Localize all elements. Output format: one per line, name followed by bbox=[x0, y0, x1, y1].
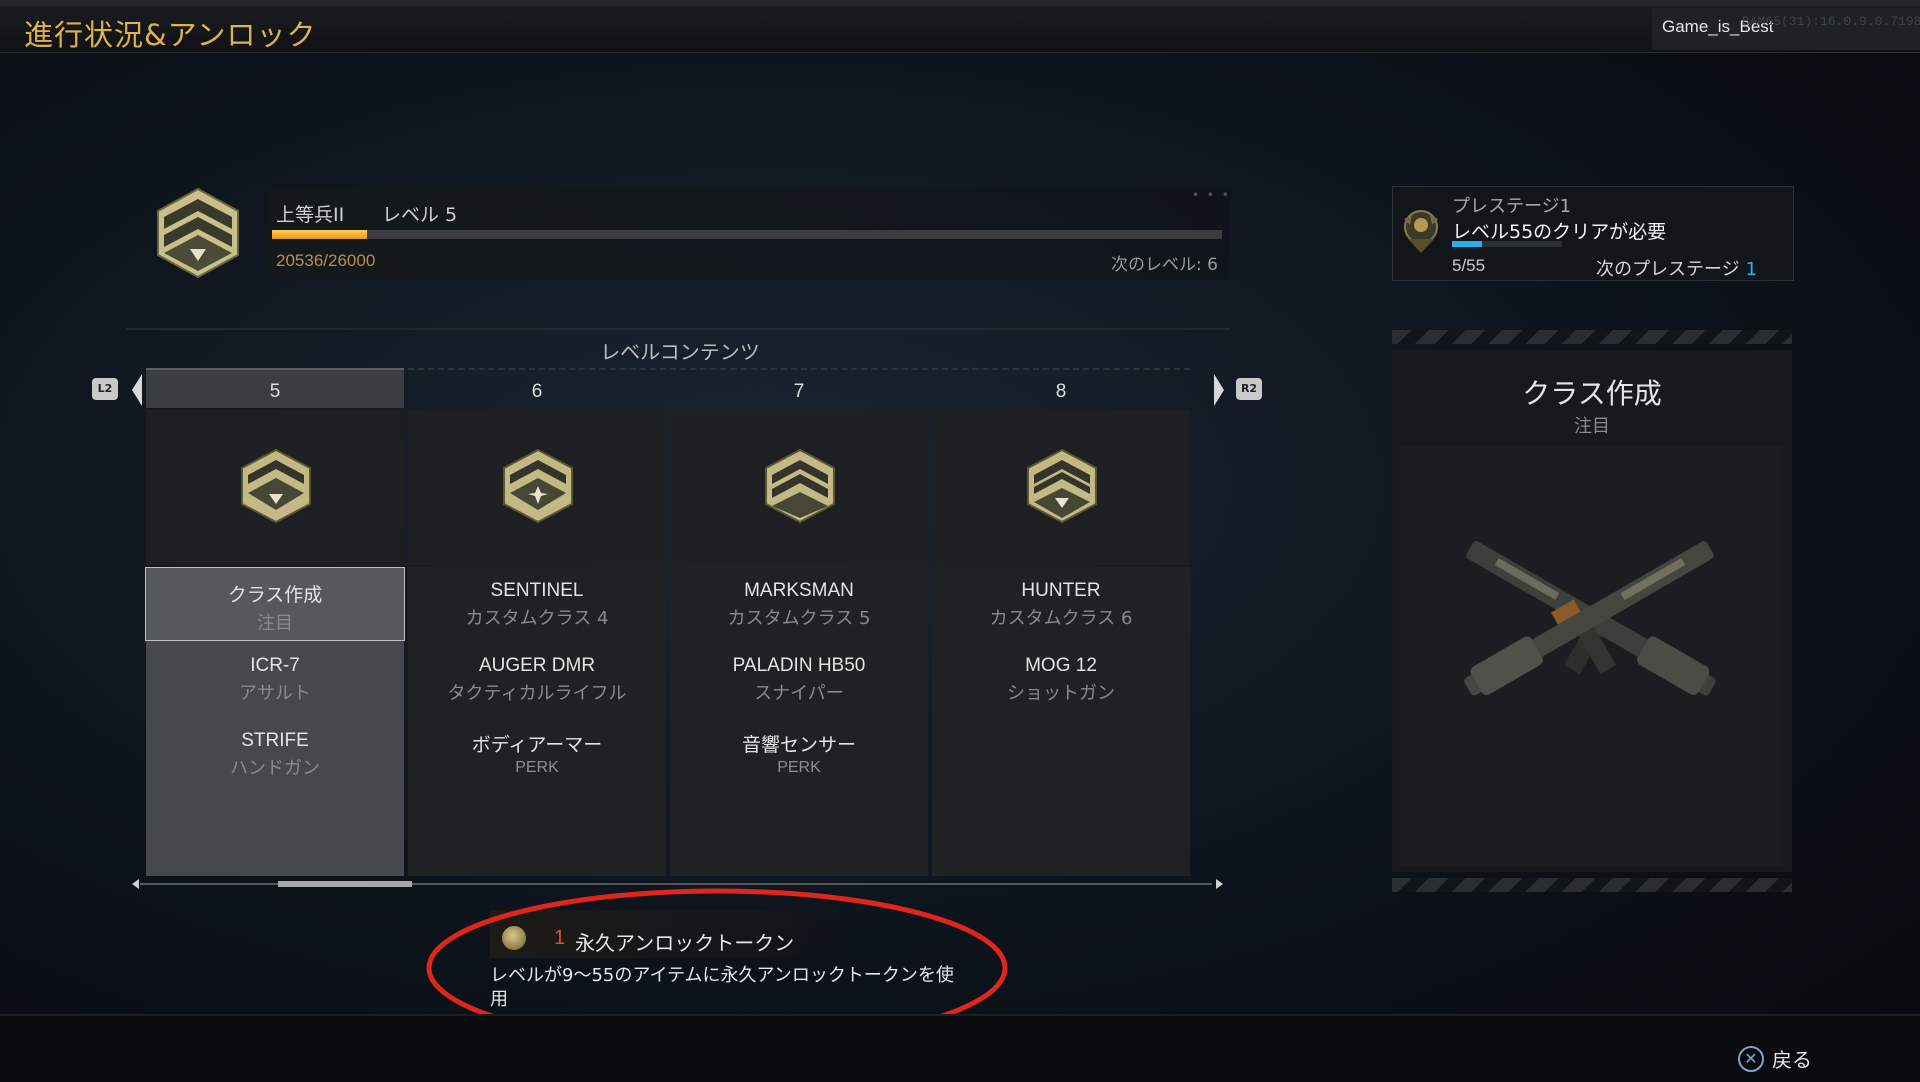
footer-bar bbox=[0, 1014, 1920, 1082]
rank-chevron-icon bbox=[765, 448, 835, 524]
level-item[interactable]: 音響センサー PERK bbox=[670, 730, 928, 777]
rank-dots: • • • bbox=[1192, 188, 1231, 202]
prestige-progress-bar bbox=[1452, 241, 1562, 247]
scroll-left-arrow-icon[interactable] bbox=[132, 374, 142, 406]
level-column-5[interactable]: 5 クラス作成 注目 ICR-7 アサルト STRIFE ハンドガン bbox=[145, 368, 405, 876]
scrollbar-left-arrow-icon[interactable] bbox=[132, 879, 139, 889]
rank-chevron-icon bbox=[1027, 448, 1097, 524]
level-item[interactable]: STRIFE ハンドガン bbox=[146, 730, 404, 780]
xp-progress-fill bbox=[272, 230, 367, 239]
prestige-progress-fill bbox=[1452, 241, 1482, 247]
item-type: PERK bbox=[515, 759, 559, 776]
item-name: SENTINEL bbox=[490, 580, 584, 601]
level-item[interactable]: MOG 12 ショットガン bbox=[932, 655, 1190, 705]
item-type: スナイパー bbox=[754, 683, 844, 704]
item-type: PERK bbox=[777, 759, 821, 776]
prestige-title: プレステージ1 bbox=[1452, 196, 1572, 217]
level-column-6[interactable]: 6 SENTINEL カスタムクラス 4 AUGER DMR タクティカルライフ… bbox=[408, 368, 666, 876]
prestige-next-value: 1 bbox=[1745, 259, 1758, 280]
rank-level: レベル 5 bbox=[382, 204, 458, 226]
level-item[interactable]: クラス作成 注目 bbox=[145, 567, 405, 641]
item-type: カスタムクラス 6 bbox=[989, 608, 1133, 629]
level-number: 6 bbox=[408, 368, 666, 408]
item-name: AUGER DMR bbox=[478, 655, 596, 676]
item-type: タクティカルライフル bbox=[447, 683, 627, 704]
level-item[interactable]: AUGER DMR タクティカルライフル bbox=[408, 655, 666, 705]
level-items: MARKSMAN カスタムクラス 5 PALADIN HB50 スナイパー 音響… bbox=[670, 567, 928, 876]
content-divider bbox=[126, 328, 1230, 330]
level-number: 7 bbox=[670, 368, 928, 408]
item-name: MOG 12 bbox=[1025, 655, 1097, 676]
level-items: HUNTER カスタムクラス 6 MOG 12 ショットガン bbox=[932, 567, 1190, 876]
level-item[interactable]: HUNTER カスタムクラス 6 bbox=[932, 580, 1190, 630]
prestige-next: 次のプレステージ 1 bbox=[1596, 255, 1757, 281]
item-type: ハンドガン bbox=[230, 758, 320, 779]
level-icon-area bbox=[146, 410, 404, 565]
item-type: アサルト bbox=[239, 683, 311, 704]
level-number: 5 bbox=[146, 368, 404, 408]
level-item[interactable]: ICR-7 アサルト bbox=[146, 655, 404, 705]
rank-chevron-star-icon bbox=[503, 448, 573, 524]
build-info: BAM65(31):16.0.9.0.71989 bbox=[1742, 14, 1920, 29]
level-content-label: レベルコンテンツ bbox=[600, 340, 760, 364]
xp-text: 20536/26000 bbox=[276, 251, 376, 270]
r2-button-icon[interactable]: R2 bbox=[1236, 378, 1262, 400]
level-column-7[interactable]: 7 MARKSMAN カスタムクラス 5 PALADIN HB50 スナイパー … bbox=[670, 368, 928, 876]
item-name: クラス作成 bbox=[227, 585, 323, 606]
panel-stripe-bottom bbox=[1392, 878, 1792, 892]
next-level: 次のレベル: 6 bbox=[1111, 255, 1218, 275]
item-type: カスタムクラス 4 bbox=[465, 608, 609, 629]
rank-name: 上等兵II bbox=[276, 204, 345, 226]
item-name: STRIFE bbox=[241, 730, 309, 751]
prestige-emblem-icon bbox=[1404, 210, 1438, 253]
prestige-next-label: 次のプレステージ bbox=[1596, 259, 1740, 280]
feature-title: クラス作成 bbox=[1522, 377, 1662, 410]
scrollbar-right-arrow-icon[interactable] bbox=[1216, 879, 1223, 889]
scrollbar-thumb[interactable] bbox=[278, 881, 412, 887]
page-title: 進行状況&アンロック bbox=[24, 18, 317, 52]
level-icon-area bbox=[408, 410, 666, 565]
level-items: SENTINEL カスタムクラス 4 AUGER DMR タクティカルライフル … bbox=[408, 567, 666, 876]
xp-progress-bar bbox=[272, 230, 1222, 239]
l2-button-icon[interactable]: L2 bbox=[92, 378, 118, 400]
level-item[interactable]: PALADIN HB50 スナイパー bbox=[670, 655, 928, 705]
cross-button-icon[interactable]: ✕ bbox=[1738, 1046, 1764, 1072]
item-name: ICR-7 bbox=[250, 655, 300, 676]
level-column-8[interactable]: 8 HUNTER カスタムクラス 6 MOG 12 ショットガン bbox=[932, 368, 1190, 876]
item-type: カスタムクラス 5 bbox=[727, 608, 871, 629]
level-item[interactable]: MARKSMAN カスタムクラス 5 bbox=[670, 580, 928, 630]
item-type: 注目 bbox=[257, 613, 293, 634]
panel-stripe-top bbox=[1392, 330, 1792, 344]
level-number: 8 bbox=[932, 368, 1190, 408]
scroll-right-arrow-icon[interactable] bbox=[1214, 374, 1224, 406]
level-icon-area bbox=[932, 410, 1190, 565]
item-type: ショットガン bbox=[1007, 683, 1115, 704]
rank-chevron-icon bbox=[241, 448, 311, 524]
item-name: 音響センサー bbox=[741, 735, 856, 756]
feature-subtitle: 注目 bbox=[1574, 416, 1610, 437]
item-name: ボディアーマー bbox=[471, 735, 603, 756]
level-items: クラス作成 注目 ICR-7 アサルト STRIFE ハンドガン bbox=[145, 567, 405, 876]
level-icon-area bbox=[670, 410, 928, 565]
crossed-rifles-icon bbox=[1464, 541, 1716, 696]
item-name: HUNTER bbox=[1021, 580, 1101, 601]
prestige-requirement: レベル55のクリアが必要 bbox=[1452, 221, 1667, 243]
item-name: PALADIN HB50 bbox=[732, 655, 866, 676]
prestige-count: 5/55 bbox=[1452, 256, 1486, 275]
level-item[interactable]: SENTINEL カスタムクラス 4 bbox=[408, 580, 666, 630]
rank-emblem-icon bbox=[157, 187, 239, 279]
level-item[interactable]: ボディアーマー PERK bbox=[408, 730, 666, 777]
back-button[interactable]: 戻る bbox=[1772, 1044, 1812, 1073]
item-name: MARKSMAN bbox=[744, 580, 854, 601]
